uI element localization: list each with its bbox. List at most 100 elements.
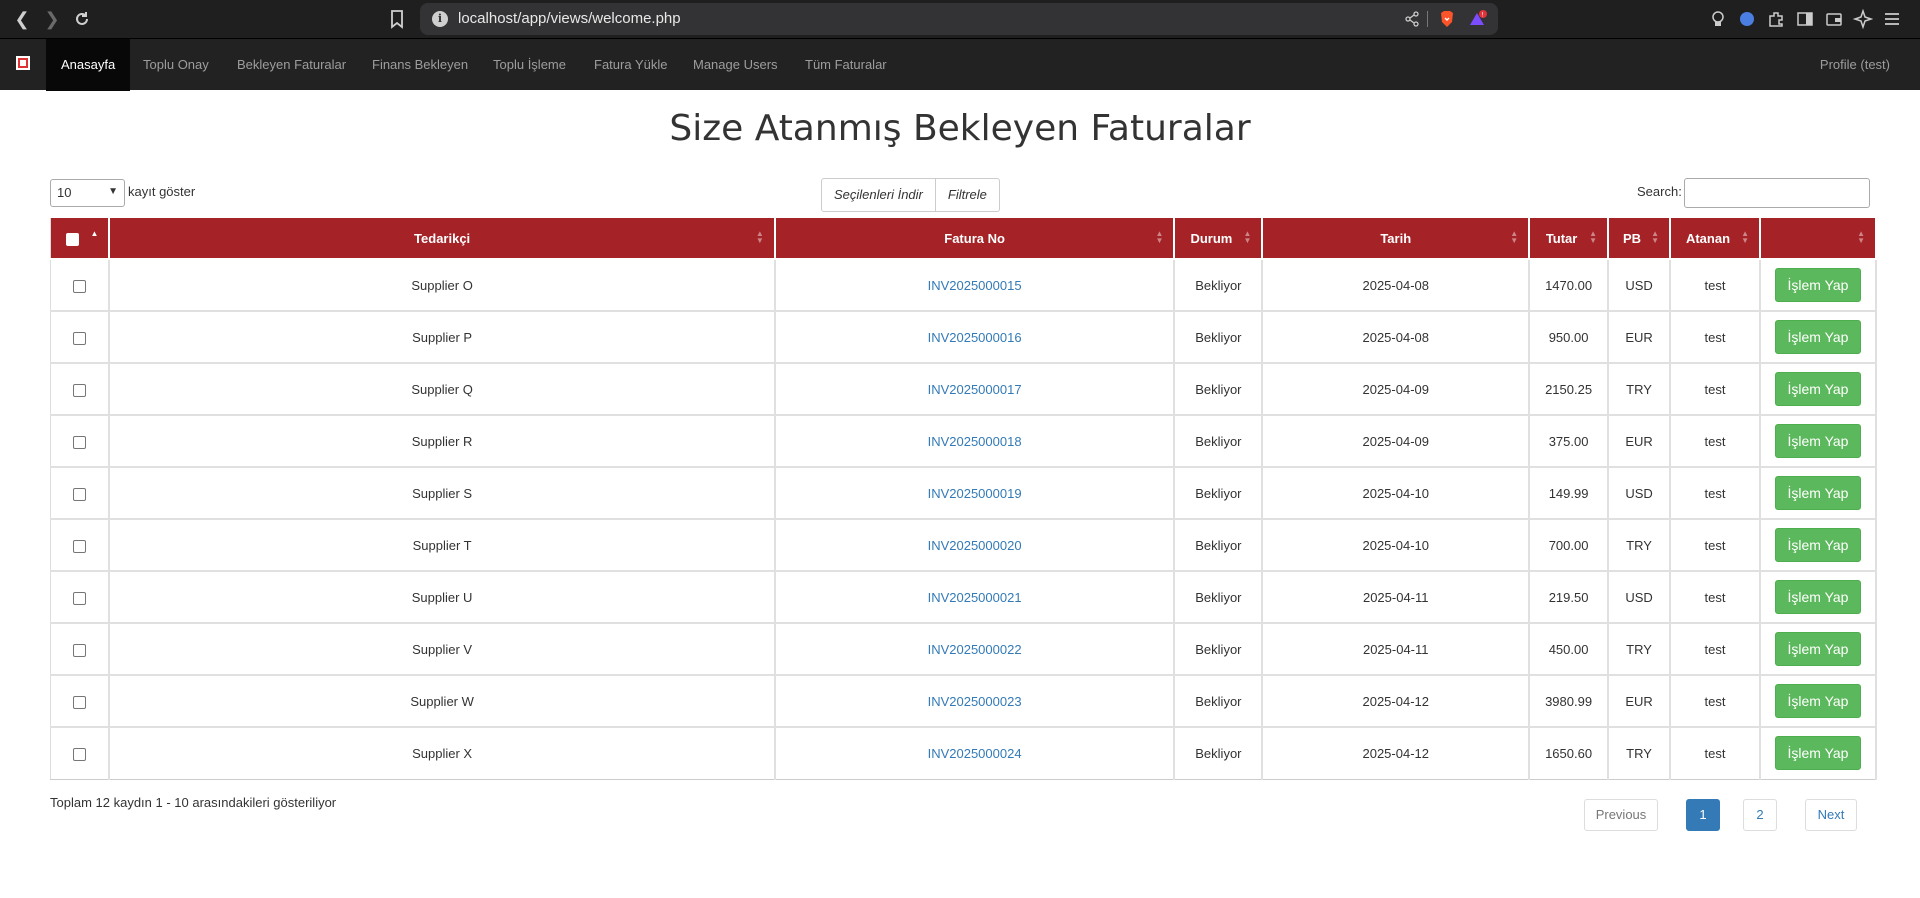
assignee-cell: test xyxy=(1669,362,1761,416)
brand-logo-icon[interactable] xyxy=(16,56,30,70)
pagination-previous[interactable]: Previous xyxy=(1584,799,1658,831)
invoice-link[interactable]: INV2025000019 xyxy=(928,486,1022,501)
column-header-status[interactable]: Durum ▲ ▼ xyxy=(1173,218,1264,260)
brave-shields-icon[interactable] xyxy=(1438,10,1456,28)
invoice-link[interactable]: INV2025000023 xyxy=(928,694,1022,709)
column-header-label: Tutar xyxy=(1545,230,1578,246)
row-checkbox[interactable] xyxy=(73,435,87,449)
process-button[interactable]: İşlem Yap xyxy=(1774,580,1862,614)
nav-item-finans-bekleyen[interactable]: Finans Bekleyen xyxy=(357,39,483,91)
row-checkbox[interactable] xyxy=(73,695,87,709)
invoice-link[interactable]: INV2025000021 xyxy=(928,590,1022,605)
supplier-cell: Supplier R xyxy=(108,414,776,468)
invoice-link[interactable]: INV2025000018 xyxy=(928,434,1022,449)
sort-icon[interactable]: ▲ xyxy=(91,230,99,238)
row-checkbox[interactable] xyxy=(73,487,87,501)
column-header-currency[interactable]: PB ▲ ▼ xyxy=(1607,218,1672,260)
process-button[interactable]: İşlem Yap xyxy=(1774,736,1862,771)
search-label: Search: xyxy=(1637,184,1682,199)
row-checkbox[interactable] xyxy=(73,539,87,553)
address-bar[interactable]: i localhost/app/views/welcome.php ! xyxy=(420,3,1498,35)
process-button[interactable]: İşlem Yap xyxy=(1774,684,1862,718)
download-selected-button[interactable]: Seçilenleri İndir xyxy=(821,178,936,212)
row-checkbox[interactable] xyxy=(73,643,87,657)
action-cell: İşlem Yap xyxy=(1758,362,1878,416)
column-header-amount[interactable]: Tutar ▲ ▼ xyxy=(1528,218,1610,260)
nav-item-anasayfa[interactable]: Anasayfa xyxy=(46,39,131,91)
process-button[interactable]: İşlem Yap xyxy=(1774,632,1862,666)
back-icon[interactable]: ❮ xyxy=(10,7,34,31)
page-length-select[interactable]: 10 ▼ xyxy=(50,179,125,207)
row-checkbox[interactable] xyxy=(73,591,87,605)
invoice-link[interactable]: INV2025000016 xyxy=(928,330,1022,345)
nav-item-tum-faturalar[interactable]: Tüm Faturalar xyxy=(790,39,902,91)
search-input[interactable] xyxy=(1684,178,1870,208)
status-cell: Bekliyor xyxy=(1173,362,1264,416)
nav-item-fatura-yukle[interactable]: Fatura Yükle xyxy=(579,39,682,91)
nav-item-toplu-onay[interactable]: Toplu Onay xyxy=(128,39,224,91)
process-button[interactable]: İşlem Yap xyxy=(1774,320,1862,354)
table-row: Supplier P INV2025000016 Bekliyor 2025-0… xyxy=(50,310,1878,364)
row-checkbox[interactable] xyxy=(73,279,87,293)
brave-rewards-icon[interactable]: ! xyxy=(1468,10,1488,28)
share-icon[interactable] xyxy=(1404,11,1420,27)
wallet-icon[interactable] xyxy=(1824,9,1844,29)
row-checkbox[interactable] xyxy=(73,331,87,345)
row-checkbox[interactable] xyxy=(73,747,87,761)
invoice-link[interactable]: INV2025000020 xyxy=(928,538,1022,553)
process-button[interactable]: İşlem Yap xyxy=(1774,528,1862,562)
url-text[interactable]: localhost/app/views/welcome.php xyxy=(458,10,681,27)
row-checkbox[interactable] xyxy=(73,383,87,397)
invoice-cell: INV2025000018 xyxy=(773,414,1176,468)
currency-cell: EUR xyxy=(1607,310,1672,364)
invoice-link[interactable]: INV2025000015 xyxy=(928,278,1022,293)
action-cell: İşlem Yap xyxy=(1758,258,1878,312)
leo-ai-icon[interactable] xyxy=(1852,8,1874,30)
pagination-next[interactable]: Next xyxy=(1805,799,1857,831)
filter-button[interactable]: Filtrele xyxy=(935,178,1000,212)
select-all-header[interactable]: ▲ xyxy=(50,218,111,260)
row-select-cell xyxy=(50,362,111,416)
invoice-link[interactable]: INV2025000024 xyxy=(928,746,1022,761)
currency-cell: TRY xyxy=(1607,362,1672,416)
extension-chat-icon[interactable] xyxy=(1737,9,1757,29)
select-all-checkbox[interactable] xyxy=(66,232,80,246)
column-header-invoice-no[interactable]: Fatura No ▲ ▼ xyxy=(773,218,1176,260)
nav-item-bekleyen-faturalar[interactable]: Bekleyen Faturalar xyxy=(222,39,361,91)
pagination-page-2[interactable]: 2 xyxy=(1743,799,1777,831)
date-cell: 2025-04-10 xyxy=(1261,466,1531,520)
extensions-puzzle-icon[interactable] xyxy=(1766,9,1786,29)
column-header-date[interactable]: Tarih ▲ ▼ xyxy=(1261,218,1531,260)
amount-cell: 700.00 xyxy=(1528,518,1610,572)
extension-leo-icon[interactable] xyxy=(1708,9,1728,29)
pagination-page-1[interactable]: 1 xyxy=(1686,799,1720,831)
amount-cell: 219.50 xyxy=(1528,570,1610,624)
action-cell: İşlem Yap xyxy=(1758,466,1878,520)
page-length-label: kayıt göster xyxy=(128,184,196,199)
column-header-actions[interactable]: ▲ ▼ xyxy=(1758,218,1878,260)
nav-item-toplu-isleme[interactable]: Toplu İşleme xyxy=(478,39,581,91)
site-info-icon[interactable]: i xyxy=(432,11,448,27)
supplier-cell: Supplier T xyxy=(108,518,776,572)
assignee-cell: test xyxy=(1669,622,1761,676)
sidebar-toggle-icon[interactable] xyxy=(1795,9,1815,29)
nav-profile[interactable]: Profile (test) xyxy=(1820,39,1890,91)
reload-icon[interactable] xyxy=(70,7,94,31)
invoice-link[interactable]: INV2025000022 xyxy=(928,642,1022,657)
column-header-assignee[interactable]: Atanan ▲ ▼ xyxy=(1669,218,1761,260)
invoice-cell: INV2025000024 xyxy=(773,726,1176,780)
column-header-supplier[interactable]: Tedarikçi ▲ ▼ xyxy=(108,218,776,260)
table-actions-group: Seçilenleri İndir Filtrele xyxy=(821,178,1000,212)
bookmark-icon[interactable] xyxy=(386,8,408,30)
process-button[interactable]: İşlem Yap xyxy=(1774,424,1862,458)
action-cell: İşlem Yap xyxy=(1758,310,1878,364)
menu-icon[interactable] xyxy=(1882,9,1902,29)
process-button[interactable]: İşlem Yap xyxy=(1774,372,1862,406)
process-button[interactable]: İşlem Yap xyxy=(1774,268,1862,302)
invoice-link[interactable]: INV2025000017 xyxy=(928,382,1022,397)
process-button[interactable]: İşlem Yap xyxy=(1774,476,1862,510)
status-cell: Bekliyor xyxy=(1173,414,1264,468)
forward-icon[interactable]: ❯ xyxy=(40,7,64,31)
nav-item-manage-users[interactable]: Manage Users xyxy=(678,39,793,91)
action-cell: İşlem Yap xyxy=(1758,414,1878,468)
